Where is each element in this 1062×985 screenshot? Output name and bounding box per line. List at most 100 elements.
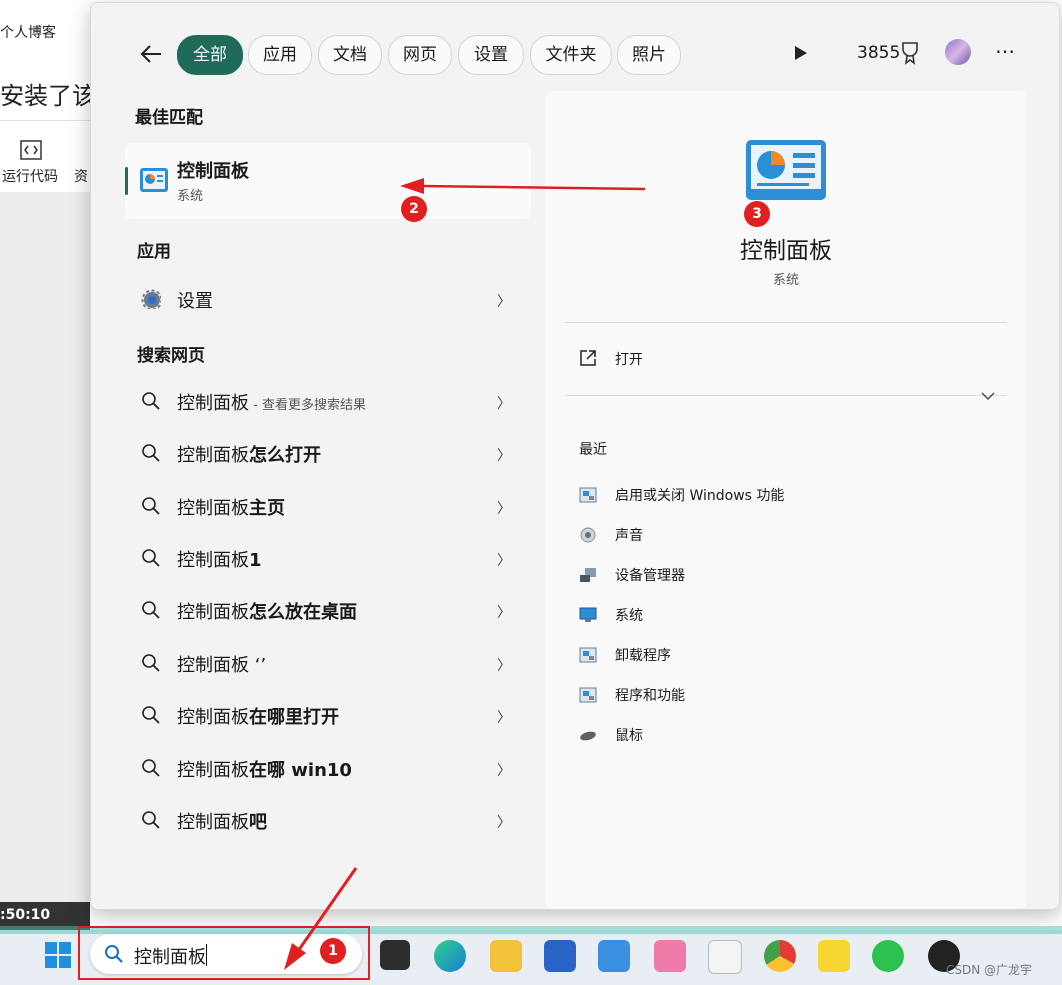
web-result-label: 控制面板 - 查看更多搜索结果	[177, 393, 366, 414]
chrome-icon[interactable]	[764, 940, 796, 972]
search-icon	[142, 811, 160, 829]
chevron-right-icon: 〉	[497, 605, 511, 621]
wechat-icon[interactable]	[872, 940, 904, 972]
web-result[interactable]: 控制面板1 〉	[127, 534, 531, 582]
edge-icon[interactable]	[434, 940, 466, 972]
recent-item[interactable]: 卸载程序	[579, 643, 979, 667]
typora-icon[interactable]	[708, 940, 742, 974]
search-icon	[142, 392, 160, 410]
annotation-badge-1: 1	[320, 938, 346, 964]
filter-photos[interactable]: 照片	[617, 35, 681, 75]
detail-pane: 控制面板 系统 打开 最近 启用或关闭 Windows 功能 声音 设备管理器	[545, 91, 1027, 909]
web-result[interactable]: 控制面板主页 〉	[127, 482, 531, 530]
web-result-label: 控制面板在哪里打开	[177, 707, 339, 728]
web-result-label: 控制面板1	[177, 550, 262, 571]
annotation-badge-2: 2	[401, 196, 427, 222]
back-arrow-icon[interactable]	[139, 43, 163, 65]
chevron-right-icon: 〉	[497, 815, 511, 831]
search-panel: 全部 应用 文档 网页 设置 文件夹 照片 3855 ⋯ 最佳匹配 控制面板 系…	[90, 2, 1060, 910]
web-result-label: 控制面板怎么打开	[177, 445, 321, 466]
avatar[interactable]	[945, 39, 971, 65]
chevron-down-icon[interactable]	[981, 391, 995, 401]
programs-features-icon	[579, 687, 597, 703]
filter-documents[interactable]: 文档	[318, 35, 382, 75]
play-icon[interactable]	[794, 45, 808, 61]
search-icon	[142, 759, 160, 777]
recent-item[interactable]: 系统	[579, 603, 979, 627]
best-match-item[interactable]: 控制面板 系统	[125, 143, 531, 219]
open-external-icon	[580, 350, 596, 366]
web-result[interactable]: 控制面板 - 查看更多搜索结果 〉	[127, 377, 531, 425]
filter-web[interactable]: 网页	[388, 35, 452, 75]
bilibili-icon[interactable]	[654, 940, 686, 972]
recent-title: 最近	[579, 442, 607, 458]
recent-item[interactable]: 鼠标	[579, 723, 979, 747]
control-panel-large-icon	[746, 140, 826, 200]
chevron-right-icon: 〉	[497, 501, 511, 517]
recent-item[interactable]: 启用或关闭 Windows 功能	[579, 483, 979, 507]
uninstall-program-icon	[579, 647, 597, 663]
search-icon	[142, 444, 160, 462]
chevron-right-icon: 〉	[497, 448, 511, 464]
search-icon	[142, 706, 160, 724]
recent-item-label: 程序和功能	[615, 688, 685, 704]
recent-item-label: 启用或关闭 Windows 功能	[615, 488, 785, 504]
search-icon	[142, 654, 160, 672]
divider	[565, 322, 1007, 323]
best-match-name: 控制面板	[177, 161, 249, 182]
mail-icon[interactable]	[598, 940, 630, 972]
potplayer-icon[interactable]	[818, 940, 850, 972]
annotation-badge-3: 3	[744, 201, 770, 227]
web-result-label: 控制面板怎么放在桌面	[177, 602, 357, 623]
web-result-label: 控制面板 ‘’	[177, 655, 267, 676]
file-explorer-icon[interactable]	[490, 940, 522, 972]
web-result[interactable]: 控制面板吧 〉	[127, 796, 531, 844]
recent-item[interactable]: 设备管理器	[579, 563, 979, 587]
web-result[interactable]: 控制面板怎么打开 〉	[127, 429, 531, 477]
chevron-right-icon: 〉	[497, 396, 511, 412]
gear-icon	[141, 289, 161, 309]
system-monitor-icon	[579, 607, 597, 622]
open-button[interactable]: 打开	[579, 345, 879, 371]
taskbar-search-input[interactable]: 控制面板	[134, 943, 206, 969]
web-result[interactable]: 控制面板在哪里打开 〉	[127, 691, 531, 739]
text-caret	[206, 944, 207, 966]
recent-item-label: 系统	[615, 608, 643, 624]
csdn-watermark: CSDN @广龙宇	[946, 963, 1033, 977]
trophy-icon[interactable]	[899, 41, 921, 65]
detail-type: 系统	[772, 273, 799, 288]
web-result[interactable]: 控制面板在哪 win10 〉	[127, 744, 531, 792]
filter-folders[interactable]: 文件夹	[530, 35, 612, 75]
mouse-icon	[580, 731, 596, 741]
device-manager-icon	[580, 568, 596, 582]
code-icon	[20, 140, 42, 160]
resource-label[interactable]: 资	[74, 166, 88, 186]
web-result[interactable]: 控制面板怎么放在桌面 〉	[127, 586, 531, 634]
app-item-label: 设置	[177, 291, 213, 312]
search-icon	[142, 497, 160, 515]
recent-item-label: 设备管理器	[615, 568, 685, 584]
app-item-settings[interactable]: 设置 〉	[127, 275, 531, 323]
recent-item[interactable]: 声音	[579, 523, 979, 547]
speaker-icon	[580, 527, 596, 543]
recent-item-label: 声音	[615, 528, 643, 544]
web-result[interactable]: 控制面板 ‘’ 〉	[127, 639, 531, 687]
chevron-right-icon: 〉	[497, 763, 511, 779]
recent-item-label: 鼠标	[615, 728, 643, 744]
blog-label[interactable]: 个人博客	[0, 22, 56, 42]
chevron-right-icon: 〉	[497, 658, 511, 674]
task-view-icon[interactable]	[380, 940, 410, 970]
more-options-icon[interactable]: ⋯	[995, 39, 1016, 63]
chevron-right-icon: 〉	[497, 553, 511, 569]
open-label: 打开	[615, 352, 643, 368]
filter-apps[interactable]: 应用	[248, 35, 312, 75]
microsoft-store-icon[interactable]	[544, 940, 576, 972]
filter-settings[interactable]: 设置	[458, 35, 524, 75]
recent-item[interactable]: 程序和功能	[579, 683, 979, 707]
filter-all[interactable]: 全部	[177, 35, 243, 75]
rewards-points[interactable]: 3855	[857, 43, 900, 63]
web-result-label: 控制面板主页	[177, 498, 285, 519]
selection-indicator	[125, 167, 128, 195]
windows-start-icon[interactable]	[44, 941, 72, 969]
run-code-label[interactable]: 运行代码	[2, 166, 58, 186]
